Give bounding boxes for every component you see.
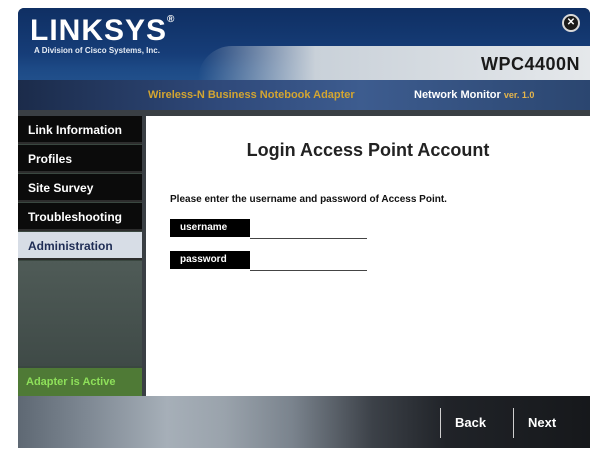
- product-name: Wireless-N Business Notebook Adapter: [148, 89, 355, 101]
- version-label: ver. 1.0: [503, 90, 535, 100]
- sidebar-spacer: [18, 261, 142, 366]
- brand-name: LINKSYS: [30, 14, 168, 47]
- app-name: Network Monitor ver. 1.0: [414, 89, 534, 101]
- brand-mark: ®: [167, 14, 176, 25]
- sidebar: Link Information Profiles Site Survey Tr…: [18, 116, 142, 396]
- app-window: LINKSYS® A Division of Cisco Systems, In…: [18, 8, 590, 448]
- sidebar-item-troubleshooting[interactable]: Troubleshooting: [18, 203, 142, 231]
- sidebar-item-site-survey[interactable]: Site Survey: [18, 174, 142, 202]
- sidebar-item-profiles[interactable]: Profiles: [18, 145, 142, 173]
- footer-bar: Back Next: [18, 396, 590, 448]
- adapter-status: Adapter is Active: [18, 368, 142, 396]
- model-name: WPC4400N: [480, 54, 580, 74]
- header: LINKSYS® A Division of Cisco Systems, In…: [18, 8, 590, 110]
- sidebar-item-link-information[interactable]: Link Information: [18, 116, 142, 144]
- back-button[interactable]: Back: [440, 408, 486, 438]
- username-row: username: [170, 217, 367, 239]
- username-label: username: [170, 219, 250, 237]
- instructions: Please enter the username and password o…: [170, 194, 447, 205]
- username-input[interactable]: [250, 217, 367, 239]
- password-row: password: [170, 249, 367, 271]
- password-input[interactable]: [250, 249, 367, 271]
- main-panel: Login Access Point Account Please enter …: [146, 116, 590, 396]
- brand-subtitle: A Division of Cisco Systems, Inc.: [34, 46, 160, 55]
- app-label: Network Monitor: [414, 89, 501, 101]
- close-icon[interactable]: ✕: [562, 14, 580, 32]
- brand-logo: LINKSYS®: [30, 14, 175, 48]
- next-button[interactable]: Next: [513, 408, 556, 438]
- page-title: Login Access Point Account: [246, 140, 490, 160]
- sidebar-item-administration[interactable]: Administration: [18, 232, 142, 260]
- password-label: password: [170, 251, 250, 269]
